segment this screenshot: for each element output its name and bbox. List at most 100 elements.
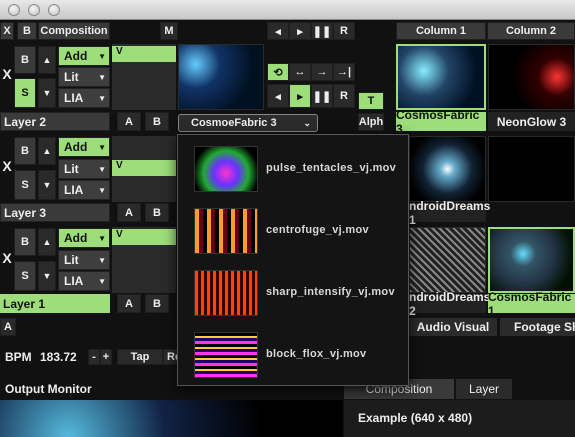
clip-thumbnail-1[interactable] [396, 44, 486, 110]
clip-select-value: CosmoeFabric 3 [191, 117, 277, 129]
zoom-window-button[interactable] [48, 4, 60, 16]
clip-dropdown-menu[interactable]: pulse_tentacles_vj.mov centrofuge_vj.mov… [177, 134, 409, 386]
clip-thumbnail-empty-1[interactable] [488, 136, 575, 202]
layer1-up-button[interactable]: ▲ [38, 228, 56, 256]
clip-name-5[interactable]: CosmosFabric 1 [488, 290, 575, 318]
layer2-s-button[interactable]: S [14, 78, 36, 108]
layer1-x-button[interactable]: X [0, 248, 14, 268]
dropdown-item-1[interactable]: pulse_tentacles_vj.mov [178, 139, 410, 197]
layer3-up-button[interactable]: ▲ [38, 137, 56, 165]
layer1-bb-button[interactable]: B [145, 294, 169, 313]
prev-column-button[interactable]: ◂ [267, 22, 289, 40]
composition-x-button[interactable]: X [0, 22, 14, 40]
clip-thumbnail-3[interactable] [409, 136, 486, 202]
composition-button[interactable]: Composition [38, 22, 110, 40]
layer3-fx2-value: LIA [64, 183, 84, 197]
layer3-fx2-select[interactable]: LIA ▼ [58, 180, 110, 200]
layer2-preview-thumbnail[interactable] [178, 44, 264, 110]
layer3-name[interactable]: Layer 3 [0, 203, 110, 222]
play-backward-icon: ◂ [275, 90, 281, 103]
layer1-blend-select[interactable]: Add ▼ [58, 228, 110, 248]
layer1-name[interactable]: Layer 1 [0, 294, 110, 313]
layer2-name[interactable]: Layer 2 [0, 112, 110, 131]
composition-b-button[interactable]: B [17, 22, 37, 40]
dropdown-item-3[interactable]: sharp_intensify_vj.mov [178, 263, 410, 321]
clip-select[interactable]: CosmoeFabric 3 ⌄ [178, 114, 318, 132]
layer1-fx1-select[interactable]: Lit ▼ [58, 250, 110, 270]
layer1-a-button[interactable]: A [117, 294, 141, 313]
clip-name-3[interactable]: ndroidDreams 1 [409, 199, 490, 227]
layer3-x-button[interactable]: X [0, 156, 14, 176]
minimize-window-button[interactable] [28, 4, 40, 16]
layer1-fx2-select[interactable]: LIA ▼ [58, 271, 110, 291]
tab-layer[interactable]: Layer [456, 379, 512, 399]
play-once-button[interactable]: →| [333, 63, 355, 81]
layer2-v-fader[interactable]: V [112, 46, 176, 62]
layer1-fx1-value: Lit [64, 253, 79, 267]
layer3-a-button[interactable]: A [117, 203, 141, 222]
forward-button[interactable]: → [311, 63, 333, 81]
bounce-button[interactable]: ↔ [289, 63, 311, 81]
layer2-a-button[interactable]: A [117, 112, 141, 131]
next-column-button[interactable]: ▸ [289, 22, 311, 40]
layer2-bb-button[interactable]: B [145, 112, 169, 131]
clip-thumbnail-2[interactable] [488, 44, 575, 110]
m-button[interactable]: M [160, 22, 178, 40]
column-1-header[interactable]: Column 1 [396, 22, 486, 40]
tab-footage[interactable]: Footage Sh [500, 318, 575, 336]
layer1-fx2-value: LIA [64, 274, 84, 288]
layer3-b-button[interactable]: B [14, 137, 36, 165]
layer1-s-button[interactable]: S [14, 261, 36, 291]
layer1-down-button[interactable]: ▼ [38, 261, 56, 291]
bpm-label: BPM [5, 350, 32, 364]
layer1-v-fader[interactable]: V [112, 229, 176, 245]
clip-name-2[interactable]: NeonGlow 3 [488, 112, 575, 131]
tab-audio-visual[interactable]: Audio Visual [409, 318, 497, 336]
layer3-down-button[interactable]: ▼ [38, 170, 56, 200]
clip-thumbnail-5[interactable] [488, 227, 575, 293]
arrow-down-icon: ▼ [42, 180, 52, 190]
pause-clip-button[interactable]: ❚❚ [311, 84, 333, 108]
window-titlebar [0, 0, 575, 20]
clip-thumbnail-4[interactable] [409, 227, 486, 293]
bpm-value[interactable]: 183.72 [40, 349, 84, 365]
a-deck-button[interactable]: A [0, 318, 16, 336]
layer3-blend-select[interactable]: Add ▼ [58, 137, 110, 157]
alpha-button[interactable]: Alph [358, 113, 384, 131]
layer3-s-button[interactable]: S [14, 170, 36, 200]
tap-button[interactable]: Tap [117, 349, 163, 365]
dropdown-item-4[interactable]: block_flox_vj.mov [178, 325, 410, 383]
play-backward-button[interactable]: ◂ [267, 84, 289, 108]
pause-button[interactable]: ❚❚ [311, 22, 333, 40]
layer2-down-button[interactable]: ▼ [38, 78, 56, 108]
layer1-b-button[interactable]: B [14, 228, 36, 256]
sharp-intensify-thumbnail [194, 270, 258, 316]
layer1-video-slider[interactable]: V [112, 227, 176, 293]
column-2-header[interactable]: Column 2 [487, 22, 575, 40]
play-forward-button[interactable]: ▸ [289, 84, 311, 108]
restart-button[interactable]: R [333, 22, 355, 40]
layer2-video-slider[interactable]: V [112, 44, 176, 110]
clip-name-1[interactable]: CosmosFabric 3 [396, 108, 486, 136]
layer2-up-button[interactable]: ▲ [38, 46, 56, 74]
arrow-down-icon: ▼ [42, 88, 52, 98]
layer2-x-button[interactable]: X [0, 64, 14, 84]
layer3-video-slider[interactable]: V [112, 136, 176, 202]
layer2-blend-select[interactable]: Add ▼ [58, 46, 110, 66]
restart-clip-button[interactable]: R [333, 84, 355, 108]
layer3-fx1-select[interactable]: Lit ▼ [58, 159, 110, 179]
layer3-v-fader[interactable]: V [112, 160, 176, 176]
layer2-b-button[interactable]: B [14, 46, 36, 74]
bpm-increase-button[interactable]: + [100, 349, 112, 365]
bpm-decrease-button[interactable]: - [88, 349, 100, 365]
layer2-fx1-select[interactable]: Lit ▼ [58, 67, 110, 87]
dropdown-item-2[interactable]: centrofuge_vj.mov [178, 201, 410, 259]
loop-button[interactable]: ⟲ [267, 63, 289, 81]
clip-name-4[interactable]: ndroidDreams 2 [409, 290, 490, 318]
chevron-down-icon: ▼ [98, 185, 106, 195]
close-window-button[interactable] [8, 4, 20, 16]
layer3-bb-button[interactable]: B [145, 203, 169, 222]
layer2-fx2-select[interactable]: LIA ▼ [58, 88, 110, 108]
chevron-down-icon: ▼ [98, 93, 106, 103]
t-button[interactable]: T [358, 92, 384, 110]
